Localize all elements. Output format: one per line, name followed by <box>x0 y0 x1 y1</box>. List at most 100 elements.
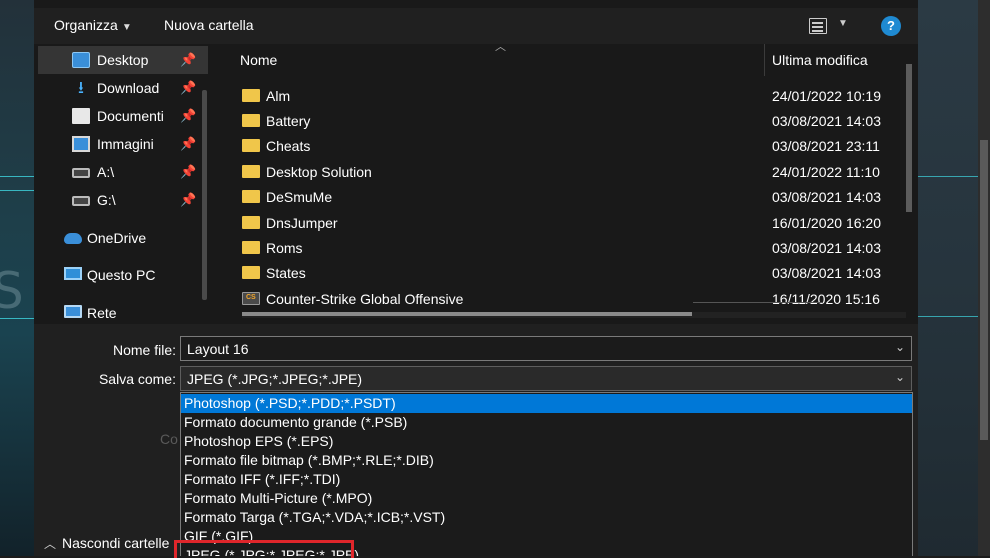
navigation-scrollbar[interactable] <box>202 90 207 300</box>
highlight-callout-box <box>174 540 354 558</box>
sidebar-item-label: Questo PC <box>87 267 156 283</box>
chevron-down-icon: ▼ <box>121 22 132 33</box>
file-name: Roms <box>266 240 303 256</box>
dropdown-option[interactable]: Formato IFF (*.IFF;*.TDI) <box>181 470 912 489</box>
file-row[interactable]: DeSmuMe 03/08/2021 14:03 <box>218 184 908 209</box>
file-modified: 03/08/2021 23:11 <box>772 138 880 154</box>
dropdown-option[interactable]: Photoshop (*.PSD;*.PDD;*.PSDT) <box>181 394 912 413</box>
folder-icon <box>242 266 260 279</box>
dropdown-option[interactable]: Formato Targa (*.TGA;*.VDA;*.ICB;*.VST) <box>181 508 912 527</box>
sidebar-item-label: A:\ <box>97 164 115 180</box>
new-folder-button[interactable]: Nuova cartella <box>164 17 254 33</box>
saveas-select[interactable]: JPEG (*.JPG;*.JPEG;*.JPE) ⌄ <box>180 366 912 391</box>
folder-icon <box>242 190 260 203</box>
background-app-right <box>918 0 990 556</box>
background-scrollbar[interactable] <box>978 0 990 556</box>
organize-button[interactable]: Organizza ▼ <box>54 17 132 33</box>
file-modified: 16/01/2020 16:20 <box>772 215 881 231</box>
background-line <box>0 176 34 177</box>
column-header-modified[interactable]: Ultima modifica <box>772 52 868 68</box>
file-row[interactable]: DnsJumper 16/01/2020 16:20 <box>218 210 908 235</box>
dropdown-option[interactable]: Photoshop EPS (*.EPS) <box>181 432 912 451</box>
sidebar-item-desktop[interactable]: Desktop 📌 <box>38 46 208 74</box>
sidebar-item-this-pc[interactable]: Questo PC <box>38 261 208 289</box>
file-name: Alm <box>266 88 291 104</box>
game-shortcut-icon <box>242 292 260 305</box>
download-icon: ⭳ <box>78 78 84 97</box>
sidebar-item-pictures[interactable]: Immagini 📌 <box>38 130 208 158</box>
sidebar-item-label: Desktop <box>97 52 149 68</box>
navigation-pane: Desktop 📌 ⭳ Download 📌 Documenti 📌 Immag… <box>34 44 212 324</box>
organize-label: Organizza <box>54 17 118 33</box>
pin-icon: 📌 <box>180 192 197 207</box>
background-logo-fragment: S <box>0 262 24 320</box>
documents-icon <box>72 108 90 124</box>
sidebar-item-onedrive[interactable]: OneDrive <box>38 224 208 252</box>
chevron-down-icon[interactable]: ⌄ <box>895 340 905 354</box>
dropdown-option[interactable]: Formato Multi-Picture (*.MPO) <box>181 489 912 508</box>
sidebar-item-label: Immagini <box>97 136 154 152</box>
file-row[interactable]: Desktop Solution 24/01/2022 11:10 <box>218 159 908 184</box>
background-app-left: S <box>0 0 34 556</box>
dropdown-option[interactable]: Formato file bitmap (*.BMP;*.RLE;*.DIB) <box>181 451 912 470</box>
drive-icon <box>72 168 90 178</box>
chevron-down-icon[interactable]: ▼ <box>838 18 848 29</box>
help-icon[interactable]: ? <box>881 16 901 36</box>
file-modified: 03/08/2021 14:03 <box>772 265 881 281</box>
sidebar-item-network[interactable]: Rete <box>38 299 208 327</box>
file-row[interactable]: Cheats 03/08/2021 23:11 <box>218 133 908 158</box>
file-row[interactable]: Alm 24/01/2022 10:19 <box>218 83 908 108</box>
sidebar-item-documents[interactable]: Documenti 📌 <box>38 102 208 130</box>
hide-folders-label: Nascondi cartelle <box>62 535 170 551</box>
pictures-icon <box>72 136 90 152</box>
file-list: ︿ Nome Ultima modifica Alm 24/01/2022 10… <box>218 41 918 324</box>
file-type-dropdown: Photoshop (*.PSD;*.PDD;*.PSDT) Formato d… <box>180 392 913 556</box>
file-name: Cheats <box>266 138 311 154</box>
sidebar-item-drive-a[interactable]: A:\ 📌 <box>38 158 208 186</box>
divider <box>693 302 823 303</box>
save-dialog: Organizza ▼ Nuova cartella ▼ ? Desktop 📌 … <box>34 0 918 556</box>
folder-icon <box>242 114 260 127</box>
file-modified: 24/01/2022 11:10 <box>772 164 880 180</box>
view-options-icon[interactable] <box>809 18 827 34</box>
file-name: Counter-Strike Global Offensive <box>266 291 464 307</box>
dialog-toolbar: Organizza ▼ Nuova cartella ▼ ? <box>34 8 918 44</box>
file-row[interactable]: Battery 03/08/2021 14:03 <box>218 108 908 133</box>
pin-icon: 📌 <box>180 136 197 151</box>
saveas-value: JPEG (*.JPG;*.JPEG;*.JPE) <box>187 371 363 387</box>
network-icon <box>64 305 82 318</box>
file-name: Battery <box>266 113 311 129</box>
chevron-down-icon[interactable]: ⌄ <box>895 370 905 384</box>
folder-icon <box>242 165 260 178</box>
hide-folders-button[interactable]: ︿ Nascondi cartelle <box>44 535 169 552</box>
column-divider[interactable] <box>764 44 765 76</box>
sidebar-item-label: G:\ <box>97 192 116 208</box>
sidebar-item-label: Download <box>97 80 160 96</box>
sidebar-item-download[interactable]: ⭳ Download 📌 <box>38 74 208 102</box>
file-list-vertical-scrollbar[interactable] <box>906 64 912 212</box>
sidebar-item-drive-g[interactable]: G:\ 📌 <box>38 186 208 214</box>
file-row[interactable]: Roms 03/08/2021 14:03 <box>218 235 908 260</box>
background-line <box>0 190 34 191</box>
column-header-name[interactable]: Nome <box>240 52 277 68</box>
file-row[interactable]: States 03/08/2021 14:03 <box>218 260 908 285</box>
filename-input[interactable]: Layout 16 ⌄ <box>180 336 912 361</box>
background-scrollbar-thumb[interactable] <box>980 140 988 440</box>
obscured-label: Co <box>160 431 178 447</box>
file-name: States <box>266 265 306 281</box>
chevron-up-icon: ︿ <box>44 537 57 551</box>
filename-value: Layout 16 <box>187 341 249 357</box>
file-modified: 03/08/2021 14:03 <box>772 113 881 129</box>
file-list-horizontal-scrollbar[interactable] <box>242 312 692 316</box>
pin-icon: 📌 <box>180 80 197 95</box>
onedrive-icon <box>64 233 82 244</box>
dropdown-option[interactable]: Formato documento grande (*.PSB) <box>181 413 912 432</box>
drive-icon <box>72 196 90 206</box>
filename-label: Nome file: <box>112 342 176 358</box>
pin-icon: 📌 <box>180 108 197 123</box>
file-modified: 03/08/2021 14:03 <box>772 240 881 256</box>
file-row[interactable]: Counter-Strike Global Offensive 16/11/20… <box>218 286 908 311</box>
file-modified: 16/11/2020 15:16 <box>772 291 880 307</box>
sidebar-item-label: Documenti <box>97 108 164 124</box>
file-name: Desktop Solution <box>266 164 372 180</box>
